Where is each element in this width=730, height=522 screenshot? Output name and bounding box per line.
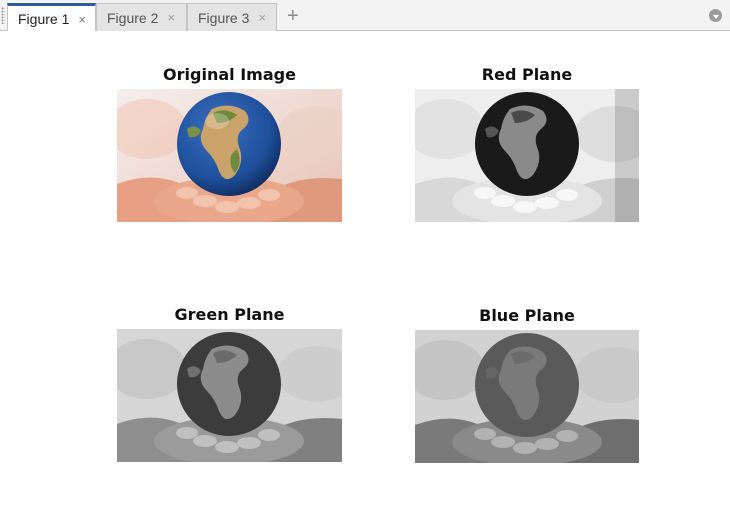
subplot-green-plane: Green Plane xyxy=(117,305,342,465)
close-icon[interactable]: × xyxy=(167,11,175,24)
tab-figure-2[interactable]: Figure 2 × xyxy=(96,3,187,31)
subplot-title: Green Plane xyxy=(174,305,285,324)
subplot-title: Blue Plane xyxy=(479,306,575,325)
tab-figure-1[interactable]: Figure 1 × xyxy=(7,3,96,32)
blue-plane-image xyxy=(415,330,639,463)
close-icon[interactable]: × xyxy=(258,11,266,24)
close-icon[interactable]: × xyxy=(78,13,86,26)
tab-figure-3[interactable]: Figure 3 × xyxy=(187,3,277,31)
original-image xyxy=(117,89,342,222)
chevron-down-circle-icon[interactable] xyxy=(709,9,722,22)
green-plane-image xyxy=(117,329,342,462)
tab-label: Figure 3 xyxy=(198,9,250,26)
drag-grip-icon[interactable] xyxy=(1,7,5,24)
figure-tab-bar: Figure 1 × Figure 2 × Figure 3 × + xyxy=(0,0,730,32)
figure-canvas: Original Image Red Plane Green Plane Blu… xyxy=(0,31,730,522)
subplot-title: Red Plane xyxy=(481,65,573,84)
subplot-blue-plane: Blue Plane xyxy=(415,306,639,466)
subplot-title: Original Image xyxy=(163,65,296,84)
tab-label: Figure 2 xyxy=(107,9,159,26)
tab-label: Figure 1 xyxy=(18,11,70,27)
red-plane-image xyxy=(415,89,639,222)
subplot-original: Original Image xyxy=(117,65,342,225)
subplot-red-plane: Red Plane xyxy=(415,65,639,225)
plus-icon[interactable]: + xyxy=(287,6,299,26)
